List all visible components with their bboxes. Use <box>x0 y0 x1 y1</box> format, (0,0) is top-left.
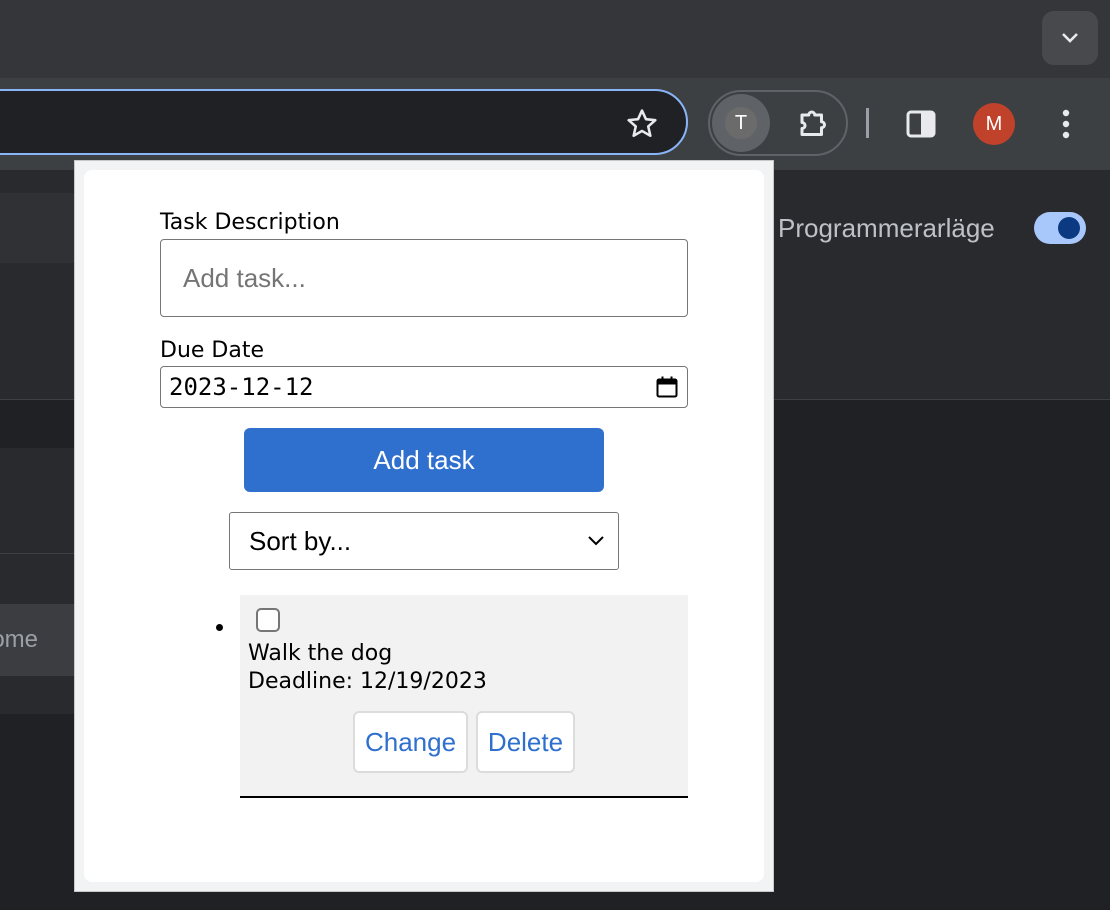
extension-t-button[interactable]: T <box>712 94 770 152</box>
tab-search-button[interactable] <box>1042 11 1098 65</box>
developer-mode-toggle[interactable] <box>1034 212 1086 244</box>
delete-task-button[interactable]: Delete <box>476 711 575 773</box>
sort-select-value: Sort by... <box>249 525 352 556</box>
calendar-icon[interactable] <box>655 375 679 399</box>
toolbar-divider <box>866 108 869 138</box>
more-menu-icon[interactable] <box>1046 102 1086 146</box>
sort-select[interactable]: Sort by... <box>229 512 619 570</box>
chevron-down-icon <box>1062 33 1078 43</box>
puzzle-icon[interactable] <box>790 102 838 146</box>
list-bullet <box>216 624 223 631</box>
task-title: Walk the dog <box>248 641 393 666</box>
chevron-down-icon <box>588 536 604 546</box>
due-date-label: Due Date <box>160 338 264 363</box>
change-task-button[interactable]: Change <box>353 711 468 773</box>
task-complete-checkbox[interactable] <box>256 608 280 632</box>
task-input[interactable] <box>160 239 688 317</box>
bookmark-star-icon[interactable] <box>620 102 664 146</box>
toggle-knob <box>1058 217 1080 239</box>
task-deadline: Deadline: 12/19/2023 <box>248 669 487 694</box>
address-bar[interactable] <box>0 89 688 155</box>
side-panel-icon[interactable] <box>898 102 944 146</box>
profile-avatar[interactable]: M <box>973 103 1015 145</box>
tab-strip <box>0 0 1110 78</box>
task-description-label: Task Description <box>160 210 340 235</box>
extension-t-badge: T <box>725 107 757 139</box>
due-date-input[interactable]: 2023-12-12 <box>160 366 688 408</box>
due-date-value: 2023-12-12 <box>169 373 314 401</box>
add-task-button[interactable]: Add task <box>244 428 604 492</box>
developer-mode-label: Programmerarläge <box>778 213 995 243</box>
